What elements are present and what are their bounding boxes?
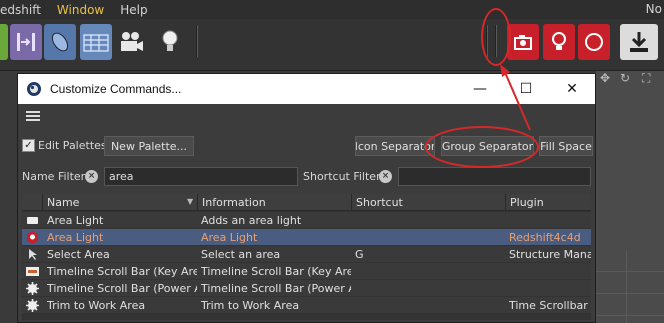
viewport-rotate-icon[interactable]: ↻ [620, 71, 630, 85]
app-menubar: edshift Window Help No [0, 0, 664, 19]
timeline-scroll-icon [26, 267, 39, 276]
row-name: Area Light [47, 231, 104, 244]
cinema4d-logo-icon [27, 82, 41, 96]
row-shortcut [355, 297, 505, 314]
row-information: Timeline Scroll Bar (Power Are [201, 282, 351, 295]
row-plugin [509, 212, 591, 229]
table-row[interactable]: Area Light Adds an area light [22, 212, 591, 229]
edit-palettes-checkbox[interactable]: ✓ [22, 139, 35, 152]
column-header-shortcut[interactable]: Shortcut [351, 194, 505, 211]
shortcut-filter-input[interactable] [398, 167, 591, 186]
annotation-circle-toolbar [481, 8, 511, 66]
table-header: Name ▼ Information Shortcut Plugin [22, 194, 591, 211]
redshift-light-icon[interactable] [543, 24, 575, 60]
grid-icon[interactable] [80, 24, 112, 60]
gear-icon [26, 282, 39, 295]
row-plugin [509, 263, 591, 280]
new-palette-button[interactable]: New Palette... [104, 136, 194, 156]
toolbar-separator [196, 25, 198, 57]
row-shortcut [355, 280, 505, 297]
row-name: Select Area [47, 248, 110, 261]
row-information: Select an area [201, 248, 281, 261]
close-button[interactable]: ✕ [549, 74, 595, 104]
menu-redshift[interactable]: edshift [0, 3, 49, 17]
redshift-light-icon [27, 231, 38, 244]
clear-name-filter-icon[interactable]: × [85, 170, 98, 183]
edit-palettes-label: Edit Palettes [38, 139, 107, 152]
fill-space-button[interactable]: Fill Space [539, 136, 593, 156]
row-shortcut [355, 212, 505, 229]
redshift-camera-icon[interactable] [507, 24, 539, 60]
table-row[interactable]: Timeline Scroll Bar (Key Area) Timeline … [22, 263, 591, 280]
column-header-plugin[interactable]: Plugin [505, 194, 591, 211]
viewport-grid-line [626, 251, 627, 323]
viewport-grid-line [596, 271, 664, 272]
table-row[interactable]: Timeline Scroll Bar (Power Are Timeline … [22, 280, 591, 297]
annotation-arrow [500, 64, 531, 131]
row-information: Adds an area light [201, 214, 302, 227]
name-filter-input[interactable]: area [104, 167, 298, 186]
table-row-selected[interactable]: Area Light Area Light Redshift4c4d [22, 229, 591, 246]
redshift-shape-icon[interactable] [0, 24, 8, 60]
row-information: Area Light [201, 231, 258, 244]
menu-window[interactable]: Window [49, 3, 112, 17]
icon-separator-button[interactable]: Icon Separator [355, 136, 435, 156]
viewport-grid-line [596, 315, 664, 316]
column-header-information[interactable]: Information [197, 194, 351, 211]
camera-icon[interactable] [116, 24, 148, 60]
annotation-circle-group-separator [425, 126, 539, 168]
row-shortcut [355, 263, 505, 280]
row-plugin: Redshift4c4d [509, 231, 581, 244]
3d-viewport[interactable]: ✥ ↻ ⛶ [596, 71, 664, 323]
clear-shortcut-filter-icon[interactable]: × [379, 170, 392, 183]
row-name: Timeline Scroll Bar (Power Are [47, 282, 197, 295]
hamburger-icon[interactable] [26, 111, 40, 121]
filter-row: Name Filter × area Shortcut Filter × [18, 166, 595, 188]
row-plugin: Time Scrollbar [509, 299, 588, 312]
capsule-icon[interactable] [44, 24, 76, 60]
row-name: Timeline Scroll Bar (Key Area) [47, 265, 197, 278]
area-light-icon [27, 217, 38, 224]
menu-right-partial[interactable]: No [646, 2, 662, 16]
table-row[interactable]: Trim to Work Area Trim to Work Area Time… [22, 297, 591, 314]
redshift-sphere-icon[interactable] [578, 24, 610, 60]
dialog-title: Customize Commands... [50, 82, 182, 96]
row-name: Area Light [47, 214, 104, 227]
light-bulb-icon[interactable] [154, 24, 186, 60]
gear-icon [26, 299, 39, 312]
viewport-grid-line [596, 293, 664, 294]
row-shortcut: G [355, 248, 364, 261]
table-row[interactable]: Select Area Select an area G Structure M… [22, 246, 591, 263]
select-area-icon [29, 249, 37, 260]
row-shortcut [355, 229, 505, 246]
app-toolbar [0, 19, 664, 71]
row-plugin: Structure Manag [509, 248, 591, 261]
name-filter-label: Name Filter [22, 170, 86, 183]
row-information: Trim to Work Area [201, 299, 300, 312]
column-header-name[interactable]: Name [42, 194, 197, 211]
viewport-move-icon[interactable]: ✥ [600, 71, 610, 85]
sort-down-icon: ▼ [187, 197, 194, 206]
row-information: Timeline Scroll Bar (Key Area) [201, 265, 351, 278]
row-name: Trim to Work Area [47, 299, 146, 312]
viewport-maximize-icon[interactable]: ⛶ [642, 71, 650, 86]
commands-table: Name ▼ Information Shortcut Plugin Area … [22, 194, 591, 320]
row-plugin [509, 280, 591, 297]
move-tool-icon[interactable] [10, 24, 42, 60]
shortcut-filter-label: Shortcut Filter [303, 170, 381, 183]
menu-help[interactable]: Help [112, 3, 155, 17]
render-download-icon[interactable] [620, 24, 658, 60]
